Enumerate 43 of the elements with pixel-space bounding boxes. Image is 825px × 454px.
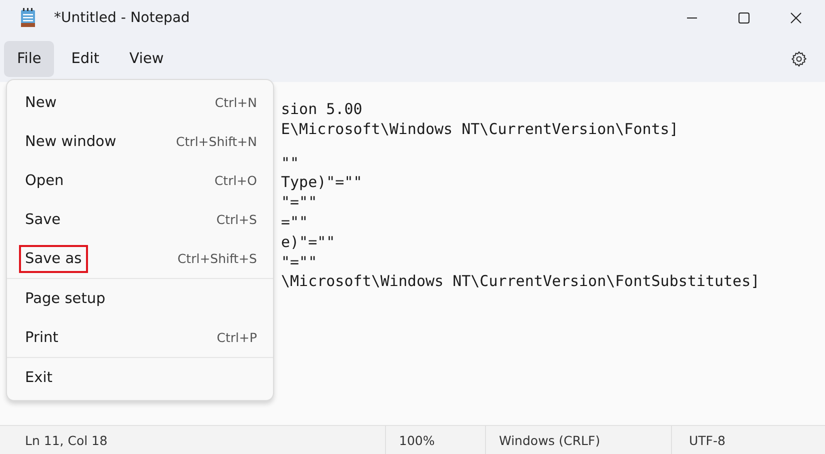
notepad-icon (20, 8, 36, 28)
menu-item-label: Save as (19, 244, 88, 272)
encoding: UTF-8 (671, 426, 726, 454)
shortcut-text: Ctrl+Shift+S (177, 251, 257, 266)
menu-item[interactable]: Save as Ctrl+Shift+S (11, 239, 269, 278)
code-line: \Microsoft\Windows NT\CurrentVersion\FontSubstitutes] (281, 272, 760, 292)
menu-item[interactable]: Print Ctrl+P (11, 318, 269, 357)
shortcut-text: Ctrl+S (216, 212, 257, 227)
menu-item[interactable]: Save Ctrl+S (11, 200, 269, 239)
menu-item-label: Open (24, 172, 65, 190)
zoom-level: 100% (385, 426, 485, 454)
shortcut-text: Ctrl+N (214, 95, 257, 110)
menu-item-label: Exit (24, 368, 54, 388)
code-line: ="" (281, 212, 308, 233)
shortcut-text: Ctrl+Shift+N (176, 134, 257, 149)
menu-item[interactable]: Open Ctrl+O (11, 161, 269, 200)
code-line: sion 5.00 (281, 100, 362, 120)
menu-item-label: New (24, 94, 58, 112)
maximize-icon (738, 12, 750, 24)
shortcut-text: Ctrl+P (216, 330, 257, 345)
menu-item[interactable]: Exit (11, 358, 269, 397)
menu-tab[interactable]: View (116, 41, 177, 77)
code-line: Type)"="" (281, 173, 362, 194)
window-title: *Untitled - Notepad (54, 10, 190, 26)
line-ending: Windows (CRLF) (485, 426, 671, 454)
menu-item[interactable]: New Ctrl+N (11, 83, 269, 122)
code-line: e)"="" (281, 232, 336, 253)
code-line: E\Microsoft\Windows NT\CurrentVersion\Fonts] (281, 120, 678, 140)
menu-item-label: Save (24, 210, 62, 230)
close-icon (790, 12, 802, 24)
shortcut-text: Ctrl+O (214, 173, 257, 188)
code-line: "="" (281, 252, 318, 272)
menu-tab[interactable]: Edit (58, 41, 112, 77)
code-line: "="" (281, 193, 318, 213)
menu-item[interactable]: New window Ctrl+Shift+N (11, 122, 269, 161)
cursor-position: Ln 11, Col 18 (24, 432, 108, 450)
menu-item[interactable]: Page setup (11, 279, 269, 318)
settings-icon[interactable] (790, 50, 808, 68)
menu-tab[interactable]: File (4, 41, 54, 77)
menu-item-label: Print (24, 328, 60, 348)
code-line: "" (281, 154, 300, 174)
menu-item-label: Page setup (24, 290, 106, 308)
menu-item-label: New window (24, 132, 118, 152)
